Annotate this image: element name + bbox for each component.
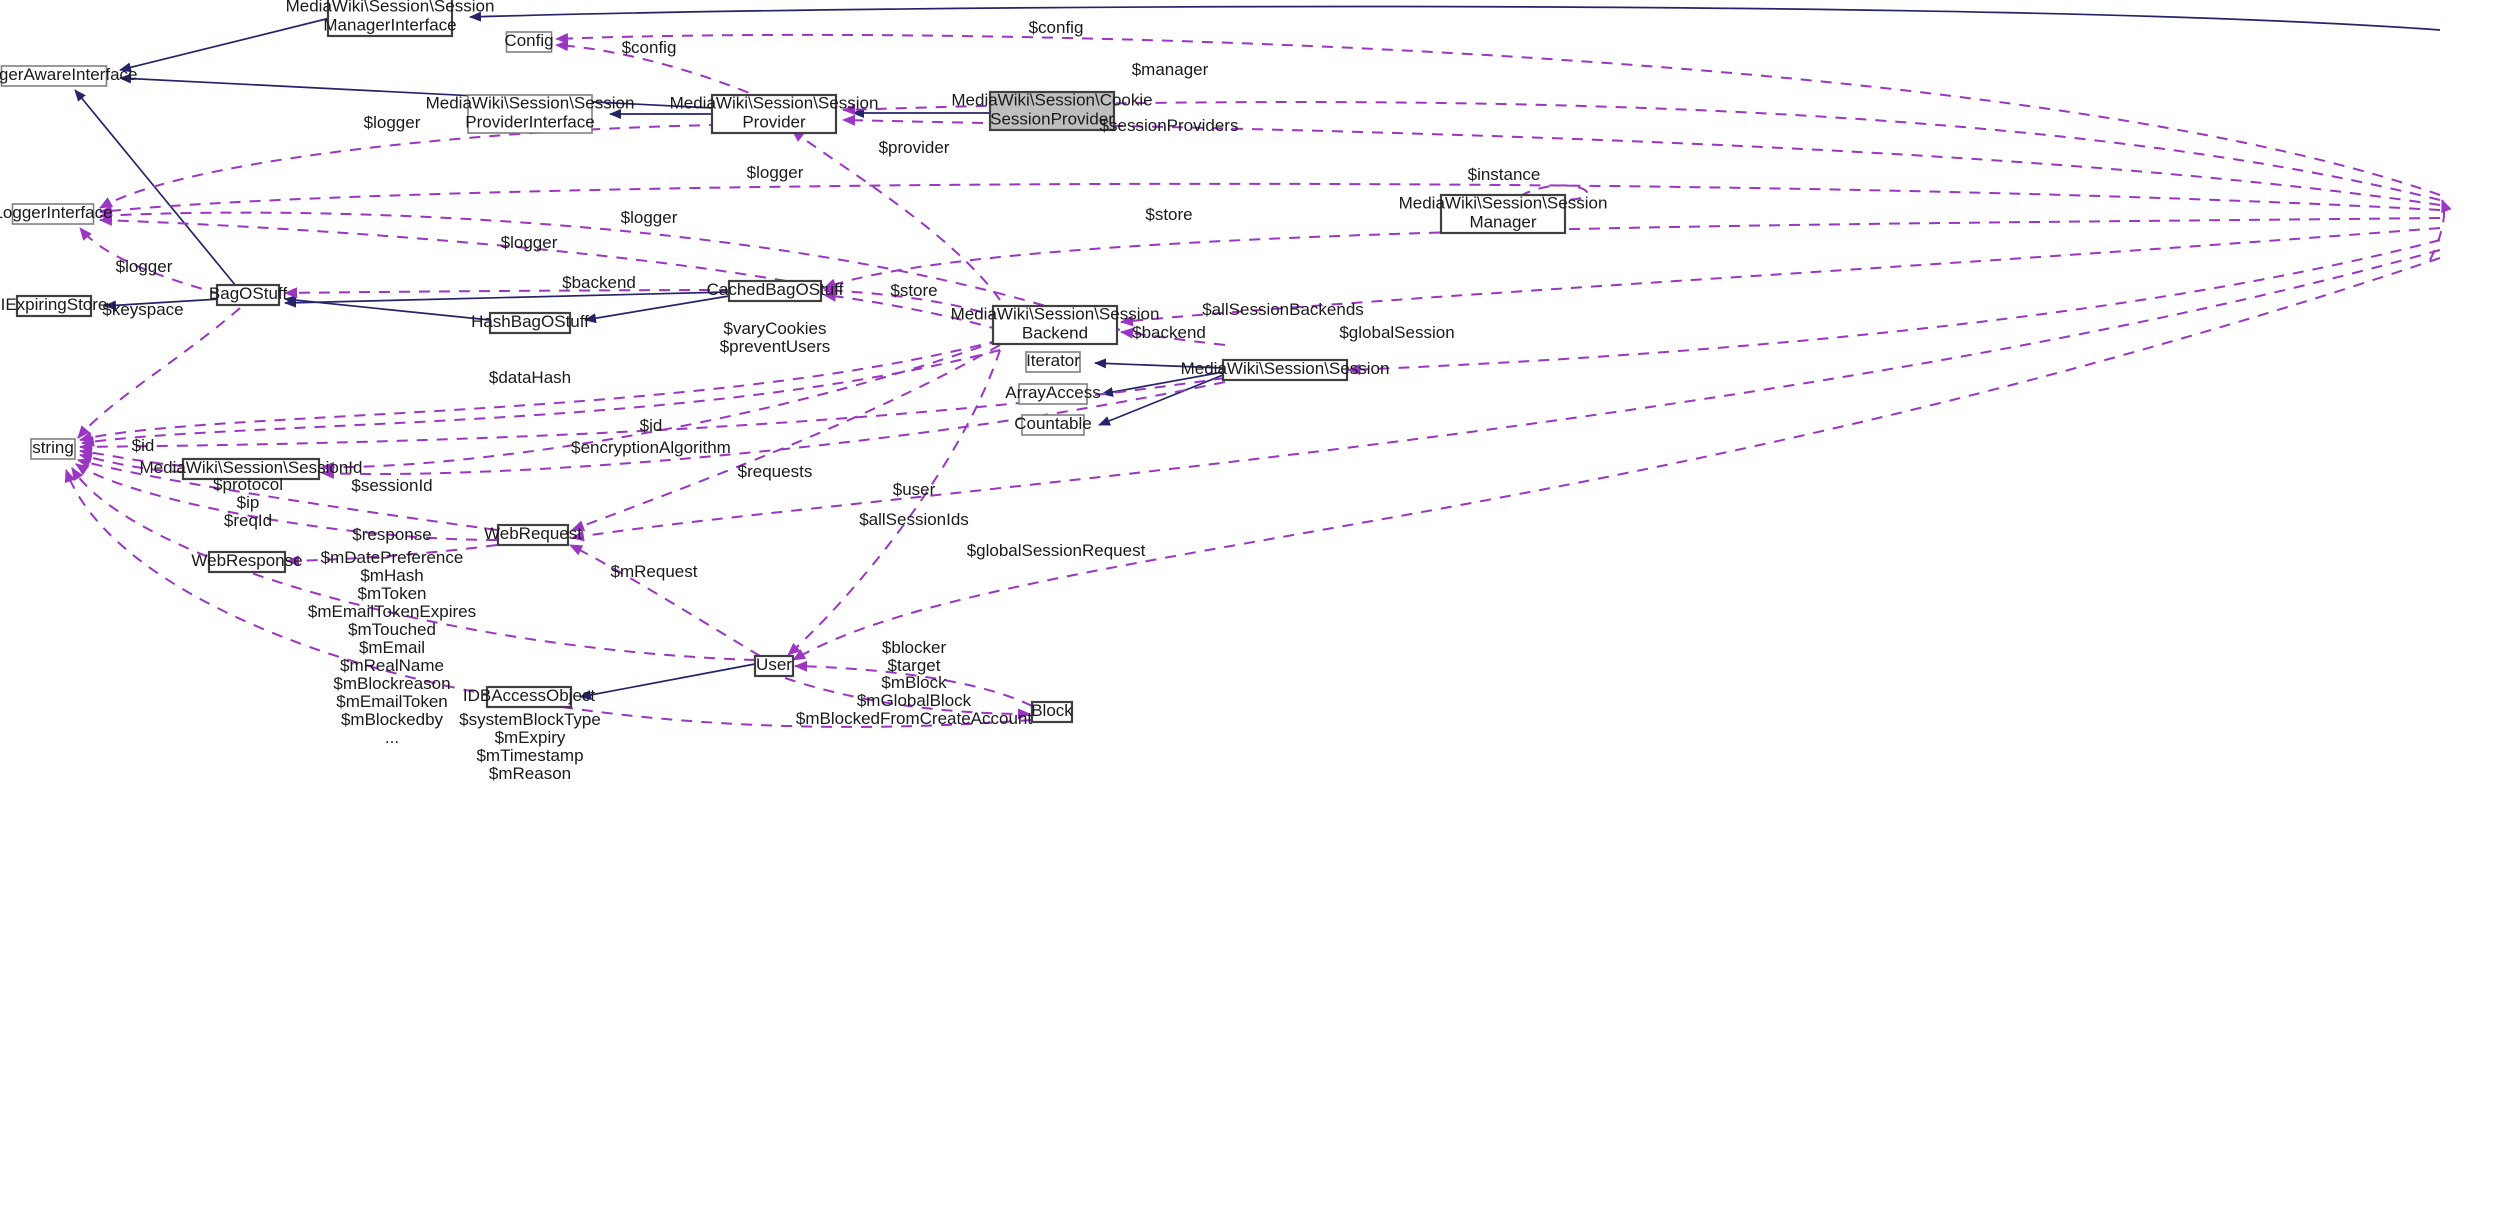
- edge-label-l-response: $response: [352, 525, 431, 544]
- edge-label-l-sessionId: $sessionId: [351, 476, 432, 495]
- edge-label-l-manager: $manager: [1132, 60, 1209, 79]
- edge-sessionmanager-provider-sessionproviders: [842, 114, 2441, 206]
- edge-label-l-logger-2: $logger: [747, 163, 804, 182]
- diagram-canvas: MediaWiki\Session\Session ManagerInterfac…: [0, 0, 2452, 783]
- edge-label-l-backend-1: $backend: [562, 273, 636, 292]
- node-label-sessionProvider: MediaWiki\Session\Session Provider: [670, 94, 879, 132]
- node-session[interactable]: MediaWiki\Session\Session: [1181, 358, 1390, 382]
- edge-label-l-globalSessionRequest: $globalSessionRequest: [967, 541, 1146, 560]
- edge-label-l-backend-2: $backend: [1132, 323, 1206, 342]
- edge-label-l-mBlock: $mBlock $mGlobalBlock $mBlockedFromCreateA…: [796, 673, 1032, 728]
- edge-label-l-blocker: $blocker $target: [882, 638, 947, 675]
- edge-sessionbackend-id: [81, 349, 1001, 447]
- node-cachedBagOStuff[interactable]: CachedBagOStuff: [707, 279, 844, 303]
- edge-sessionmanager-globalsessionrequest: [571, 249, 2441, 542]
- edge-label-l-logger-1: $logger: [364, 113, 421, 132]
- node-sessionManagerInterface[interactable]: MediaWiki\Session\Session ManagerInterfac…: [286, 0, 495, 38]
- node-label-sessionManager: MediaWiki\Session\Session Manager: [1399, 194, 1608, 232]
- node-label-session: MediaWiki\Session\Session: [1181, 359, 1390, 378]
- edge-sessionmanager-globalsession: [1347, 239, 2441, 376]
- node-sessionBackend[interactable]: MediaWiki\Session\Session Backend: [951, 304, 1160, 346]
- node-label-iterator: Iterator: [1026, 351, 1080, 370]
- node-iterator[interactable]: Iterator: [1025, 351, 1081, 373]
- edge-bagostuff-keyspace: [77, 307, 241, 439]
- node-label-block: Block: [1031, 701, 1073, 720]
- node-string[interactable]: string: [30, 438, 76, 460]
- node-arrayAccess[interactable]: ArrayAccess: [1005, 383, 1101, 405]
- node-label-config: Config: [504, 31, 553, 50]
- edge-label-l-encryptionAlgorithm: $encryptionAlgorithm: [571, 438, 731, 457]
- node-loggerAwareInterface[interactable]: LoggerAwareInterface: [0, 65, 137, 87]
- node-label-hashBagOStuff: HashBagOStuff: [471, 312, 589, 331]
- edge-label-l-logger-4: $logger: [501, 233, 558, 252]
- node-label-webRequest: WebRequest: [484, 524, 582, 543]
- node-label-loggerInterface: LoggerInterface: [0, 203, 113, 222]
- node-webResponse[interactable]: WebResponse: [191, 550, 303, 574]
- collaboration-diagram: MediaWiki\Session\Session ManagerInterfac…: [0, 0, 2512, 1219]
- node-label-string: string: [32, 438, 74, 457]
- edge-label-l-id2: $id: [132, 436, 155, 455]
- edge-label-l-userFields: $mDatePreference $mHash $mToken $mEmailToke…: [308, 548, 476, 747]
- nodes-layer: MediaWiki\Session\Session ManagerInterfac…: [0, 0, 1608, 724]
- node-countable[interactable]: Countable: [1014, 414, 1092, 436]
- node-idbAccessObject[interactable]: IDBAccessObject: [463, 685, 596, 709]
- node-user[interactable]: User: [753, 654, 795, 678]
- edge-label-l-requests: $requests: [738, 462, 813, 481]
- edge-label-l-id: $id: [640, 416, 663, 435]
- node-hashBagOStuff[interactable]: HashBagOStuff: [471, 311, 589, 335]
- edge-label-l-logger-3: $logger: [621, 208, 678, 227]
- node-config[interactable]: Config: [504, 31, 554, 53]
- node-label-idbAccessObject: IDBAccessObject: [463, 686, 596, 705]
- edge-label-l-config-prov: $config: [622, 38, 677, 57]
- node-loggerInterface[interactable]: LoggerInterface: [0, 203, 113, 225]
- edge-label-l-logger-5: $logger: [116, 257, 173, 276]
- node-label-sessionBackend: MediaWiki\Session\Session Backend: [951, 305, 1160, 343]
- edge-label-l-sessionProviders: $sessionProviders: [1100, 116, 1239, 135]
- node-webRequest[interactable]: WebRequest: [484, 523, 582, 547]
- edge-managerinterface-to-loggeraware: [119, 17, 331, 73]
- node-label-bagOStuff: BagOStuff: [209, 284, 287, 303]
- edge-label-l-user: $user: [893, 480, 936, 499]
- node-label-webResponse: WebResponse: [191, 551, 302, 570]
- edge-label-l-varyCookies: $varyCookies $preventUsers: [720, 319, 831, 356]
- edge-label-l-mRequest: $mRequest: [611, 562, 698, 581]
- edge-label-l-store-1: $store: [1145, 205, 1192, 224]
- edge-label-l-allSessionIds: $allSessionIds: [859, 510, 969, 529]
- node-label-sessionProviderInterface: MediaWiki\Session\Session ProviderInterfa…: [426, 94, 635, 132]
- edge-label-l-protocol: $protocol $ip $reqId: [213, 475, 283, 530]
- edge-label-l-instance: $instance: [1468, 165, 1541, 184]
- edge-label-l-provider: $provider: [879, 138, 950, 157]
- node-label-loggerAwareInterface: LoggerAwareInterface: [0, 65, 137, 84]
- edge-label-l-config-top: $config: [1029, 18, 1084, 37]
- edge-cachedbagostuff-backend: [284, 287, 731, 299]
- node-bagOStuff[interactable]: BagOStuff: [209, 283, 287, 307]
- edge-label-l-globalSession: $globalSession: [1339, 323, 1454, 342]
- edge-label-l-dataHash: $dataHash: [489, 368, 571, 387]
- node-label-user: User: [756, 655, 792, 674]
- edge-sessionbackend-datahash: [79, 339, 1001, 443]
- edge-label-l-keyspace: $keyspace: [102, 300, 183, 319]
- edge-sessionprovider-logger: [99, 123, 821, 209]
- node-label-sessionManagerInterface: MediaWiki\Session\Session ManagerInterfac…: [286, 0, 495, 35]
- edge-sessionmanager-store: [823, 217, 2441, 290]
- edge-sessionmanager-logger: [99, 182, 2441, 217]
- edge-label-l-store-2: $store: [890, 281, 937, 300]
- node-sessionProviderInterface[interactable]: MediaWiki\Session\Session ProviderInterfa…: [426, 94, 635, 134]
- node-block[interactable]: Block: [1030, 700, 1073, 724]
- edge-label-l-allSessionBackends: $allSessionBackends: [1202, 300, 1364, 319]
- edge-cachedbagostuff-to-hashbagostuff: [584, 295, 730, 324]
- node-label-countable: Countable: [1014, 414, 1092, 433]
- edge-sessionmanager-to-managerinterface: [469, 5, 2441, 31]
- node-label-cachedBagOStuff: CachedBagOStuff: [707, 280, 844, 299]
- node-label-arrayAccess: ArrayAccess: [1005, 383, 1100, 402]
- edge-cachedbagostuff-to-bagostuff: [284, 291, 730, 308]
- node-sessionManager[interactable]: MediaWiki\Session\Session Manager: [1399, 193, 1608, 235]
- node-iExpiringStore[interactable]: IExpiringStore: [1, 294, 108, 318]
- edge-user-to-idbaccessobject: [579, 663, 756, 700]
- edge-label-l-systemBlockType: $systemBlockType $mExpiry $mTimestamp $mRea…: [459, 710, 601, 783]
- node-label-iExpiringStore: IExpiringStore: [1, 295, 108, 314]
